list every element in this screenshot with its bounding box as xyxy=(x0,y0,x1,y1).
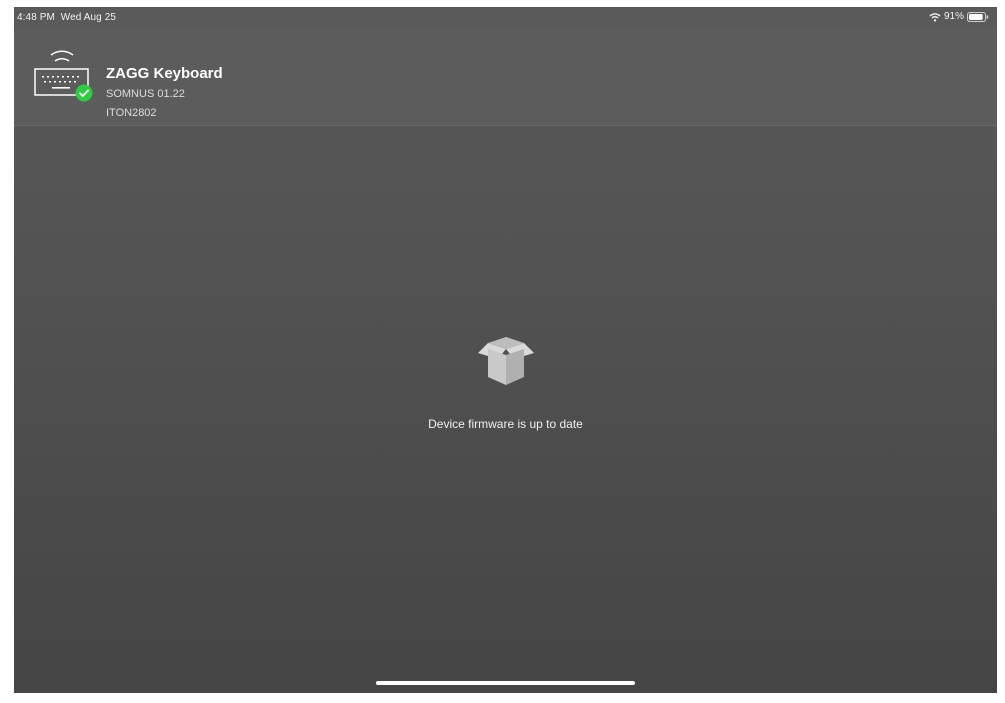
open-box-icon xyxy=(14,333,997,387)
device-firmware-version: SOMNUS 01.22 xyxy=(106,88,185,100)
battery-icon xyxy=(967,11,989,22)
status-time-clock: 4:48 PM xyxy=(17,12,55,23)
device-name: ZAGG Keyboard xyxy=(106,65,223,82)
wifi-icon xyxy=(929,12,941,22)
home-indicator[interactable] xyxy=(376,681,635,685)
device-id: ITON2802 xyxy=(106,107,157,119)
status-indicators: 91% xyxy=(929,11,989,22)
battery-percentage: 91% xyxy=(943,11,964,22)
status-date: Wed Aug 25 xyxy=(60,12,117,23)
app-screen: 4:48 PM Wed Aug 25 91% ZAGG Keyboard SOM… xyxy=(14,7,997,693)
status-bar: 4:48 PM Wed Aug 25 91% xyxy=(14,7,997,29)
keyboard-icon xyxy=(32,43,100,105)
device-header[interactable]: ZAGG Keyboard SOMNUS 01.22 ITON2802 xyxy=(14,29,997,126)
status-time: 4:48 PM Wed Aug 25 xyxy=(17,12,116,23)
firmware-up-to-date-message: Device firmware is up to date xyxy=(428,417,583,431)
firmware-status: Device firmware is up to date xyxy=(14,333,997,431)
checkmark-badge-icon xyxy=(75,84,93,107)
